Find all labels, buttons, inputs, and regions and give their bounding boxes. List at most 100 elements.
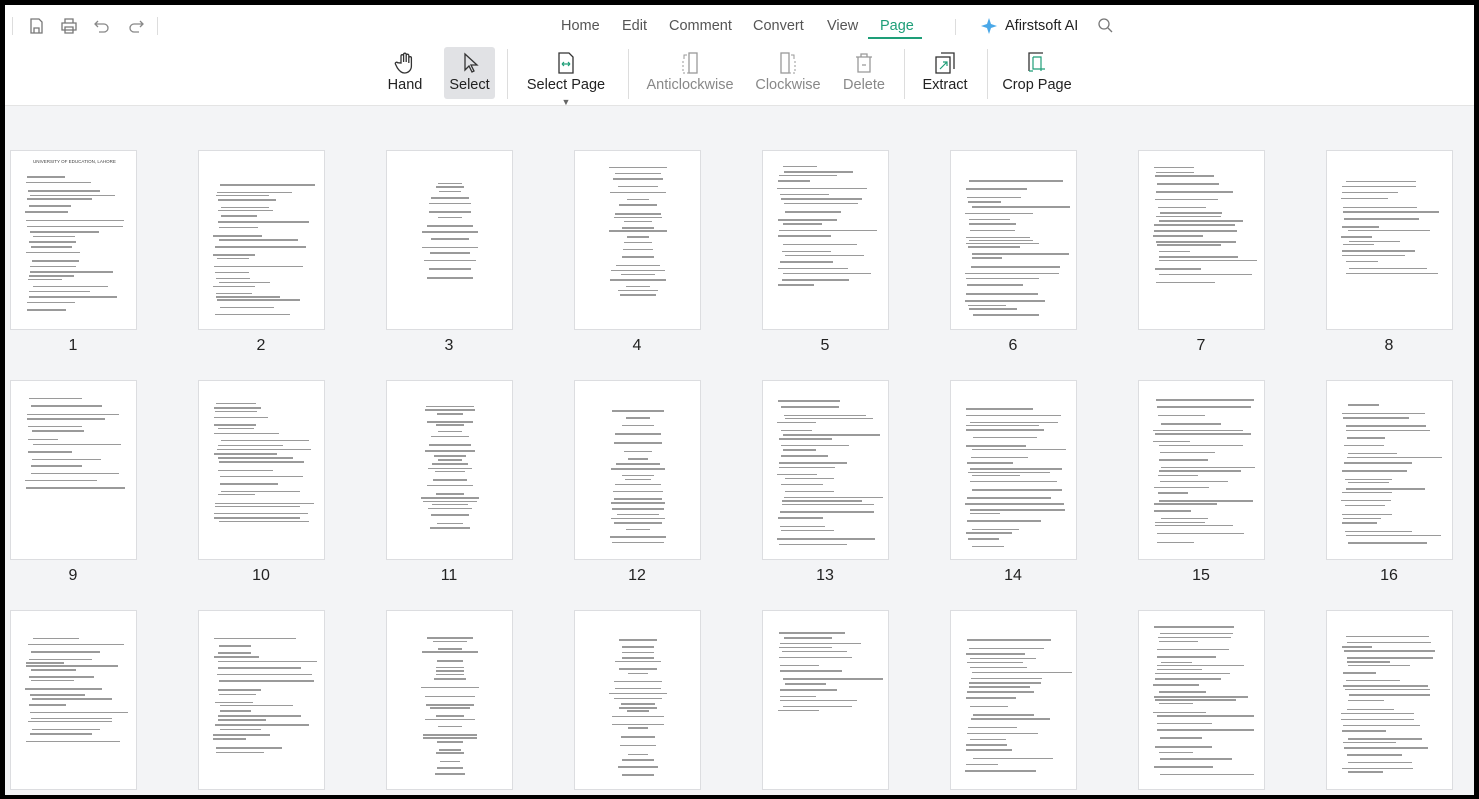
page-thumbnail[interactable] [762, 150, 889, 330]
text-line [614, 442, 662, 444]
text-line [220, 490, 301, 493]
menu-comment[interactable]: Comment [669, 18, 732, 34]
text-line [779, 664, 820, 666]
text-line [435, 752, 465, 754]
page-thumbnail[interactable] [574, 610, 701, 790]
text-line [29, 205, 71, 207]
select-tool-button[interactable]: Select [444, 47, 495, 99]
page-thumbnail[interactable] [762, 610, 889, 790]
text-line [216, 299, 300, 301]
text-line [219, 226, 259, 229]
text-line [783, 243, 857, 246]
text-line [626, 528, 650, 531]
text-line [1159, 250, 1191, 253]
page-thumbnail[interactable] [1326, 610, 1453, 790]
text-line [25, 181, 92, 184]
page-thumbnail[interactable] [950, 610, 1077, 790]
text-line [780, 429, 813, 432]
text-line [784, 254, 865, 257]
save-icon[interactable] [27, 17, 45, 35]
text-line [218, 660, 318, 663]
menu-page[interactable]: Page [880, 18, 914, 34]
text-line [28, 290, 90, 293]
text-line [25, 487, 126, 489]
page-thumbnail[interactable] [950, 380, 1077, 560]
page-number-label: 5 [820, 337, 830, 354]
page-thumbnail[interactable] [198, 380, 325, 560]
undo-icon[interactable] [93, 17, 111, 35]
rotate-clockwise-button[interactable]: Clockwise [755, 47, 821, 99]
text-line [213, 424, 256, 426]
page-thumbnail[interactable] [10, 610, 137, 790]
text-line [1344, 478, 1392, 481]
delete-page-button[interactable]: Delete [841, 47, 887, 99]
afirstsoft-ai-button[interactable]: Afirstsoft AI [1005, 18, 1078, 34]
page-number-label: 4 [632, 337, 642, 354]
search-icon[interactable] [1097, 17, 1113, 33]
hand-tool-button[interactable]: Hand [382, 47, 428, 99]
text-line [778, 174, 838, 177]
menu-home[interactable]: Home [561, 18, 600, 34]
sparkle-icon [981, 18, 997, 34]
page-thumbnail[interactable] [1326, 150, 1453, 330]
text-line [780, 483, 824, 486]
page-thumbnail[interactable] [762, 380, 889, 560]
text-line [784, 496, 883, 499]
text-line [424, 259, 476, 262]
page-thumbnail[interactable] [574, 380, 701, 560]
dropdown-caret-icon: ▼ [561, 97, 571, 107]
text-line [1154, 503, 1217, 505]
text-line [1160, 466, 1256, 469]
text-line [1153, 230, 1237, 232]
page-thumbnail[interactable] [950, 150, 1077, 330]
text-line [1341, 730, 1386, 732]
menu-convert[interactable]: Convert [753, 18, 804, 34]
menu-edit[interactable]: Edit [622, 18, 647, 34]
page-thumbnail[interactable] [1326, 380, 1453, 560]
text-line [778, 284, 815, 286]
redo-icon[interactable] [127, 17, 145, 35]
text-line [28, 704, 67, 706]
page-thumbnail[interactable] [1138, 610, 1265, 790]
page-thumbnail[interactable] [386, 150, 513, 330]
text-line [437, 767, 463, 769]
text-line [779, 525, 826, 528]
text-line [777, 538, 875, 540]
text-line [31, 717, 112, 720]
page-number-label: 15 [1192, 567, 1210, 584]
text-line [422, 246, 478, 249]
text-line [613, 522, 663, 524]
text-line [31, 669, 76, 671]
page-thumbnail[interactable] [574, 150, 701, 330]
extract-pages-button[interactable]: Extract [918, 47, 972, 99]
text-line [965, 414, 1062, 417]
text-line [621, 703, 655, 705]
print-icon[interactable] [60, 17, 78, 35]
text-line [439, 760, 460, 763]
text-line [624, 450, 652, 453]
select-page-dropdown[interactable]: Select Page ▼ [520, 47, 612, 107]
text-line [971, 253, 1070, 255]
rotate-anticlockwise-button[interactable]: Anticlockwise [645, 47, 735, 99]
page-thumbnail[interactable] [198, 150, 325, 330]
page-thumbnail[interactable] [386, 610, 513, 790]
page-thumbnail[interactable] [1138, 380, 1265, 560]
text-line [784, 417, 874, 420]
text-line [965, 653, 1026, 655]
text-line [779, 511, 874, 513]
page-thumbnail[interactable]: UNIVERSITY OF EDUCATION, LAHORE [10, 150, 137, 330]
page-thumbnail[interactable] [1138, 150, 1265, 330]
page-thumbnail[interactable] [10, 380, 137, 560]
text-line [627, 458, 649, 460]
text-line [1157, 206, 1206, 209]
crop-page-button[interactable]: Crop Page [1001, 47, 1073, 99]
menu-view[interactable]: View [827, 18, 858, 34]
page-thumbnail[interactable] [386, 380, 513, 560]
text-line [29, 694, 86, 696]
text-line [26, 198, 92, 200]
text-line [965, 770, 1037, 772]
text-line [29, 658, 93, 661]
text-line [611, 541, 665, 544]
text-line [218, 652, 251, 654]
page-thumbnail[interactable] [198, 610, 325, 790]
